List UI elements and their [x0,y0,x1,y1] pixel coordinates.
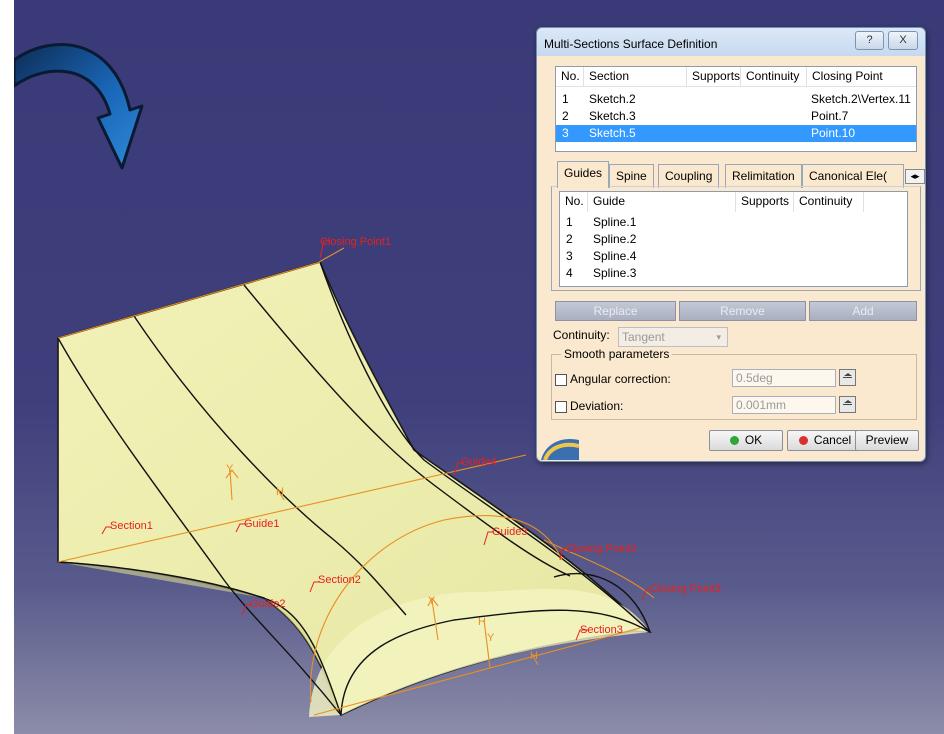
row-section: Sketch.5 [589,126,636,140]
add-button[interactable]: Add [809,301,917,321]
row-no: 2 [562,109,569,123]
axis-h-label-3: H [530,650,538,662]
axis-h-label-2: H [478,616,486,628]
table-row[interactable]: 4 Spline.3 [560,265,907,282]
row-no: 4 [566,266,573,280]
guide3-label: Guide3 [492,526,528,538]
col-closing-point[interactable]: Closing Point [807,67,917,87]
col-section[interactable]: Section [584,67,687,87]
section2-label: Section2 [318,574,361,586]
row-section: Sketch.2 [589,92,636,106]
deviation-field[interactable]: 0.001mm [732,396,836,414]
continuity-select[interactable]: Tangent ▾ [618,327,728,347]
closing-point1-label: Closing Point1 [320,236,391,248]
continuity-label: Continuity: [553,328,610,342]
tab-canonical-elements[interactable]: Canonical Ele( [802,164,904,188]
preview-button[interactable]: Preview [855,430,919,451]
row-closing-point: Point.7 [811,109,849,123]
table-row[interactable]: 2 Spline.2 [560,231,907,248]
close-button[interactable]: X [888,31,918,50]
col-no[interactable]: No. [556,67,584,87]
col-no[interactable]: No. [560,192,588,212]
angular-correction-label: Angular correction: [570,372,671,386]
help-button[interactable]: ? [855,31,884,50]
remove-button[interactable]: Remove [679,301,806,321]
dialog-title: Multi-Sections Surface Definition [544,37,718,51]
chevron-down-icon: ▾ [716,332,721,342]
dialog-titlebar[interactable]: Multi-Sections Surface Definition ? X [537,28,925,56]
row-no: 3 [562,126,569,140]
guide4-label: Guide4 [461,456,497,468]
deviation-spinner-icon[interactable] [839,396,856,413]
axis-y-label-2: Y [428,595,436,607]
row-guide: Spline.3 [593,266,637,280]
catia-logo-icon [541,438,579,460]
col-continuity[interactable]: Continuity [794,192,864,212]
row-closing-point: Point.10 [811,126,856,140]
col-guide[interactable]: Guide [588,192,736,212]
tab-spine[interactable]: Spine [609,164,654,188]
smooth-parameters-title: Smooth parameters [561,347,673,361]
multi-sections-dialog: Multi-Sections Surface Definition ? X No… [536,27,926,462]
continuity-value: Tangent [622,330,665,344]
guides-table-header: No. Guide Supports Continuity [560,192,907,212]
deviation-label: Deviation: [570,399,624,413]
tab-coupling[interactable]: Coupling [658,164,720,188]
row-guide: Spline.1 [593,215,637,229]
ok-label: OK [744,433,763,447]
guide1-label: Guide1 [244,518,280,530]
cancel-button[interactable]: Cancel [787,430,863,451]
closing-point3-label: Closing Point3 [650,583,721,595]
deviation-checkbox[interactable] [555,401,567,413]
axis-h-label: H [276,486,284,498]
table-row[interactable]: 1 Spline.1 [560,214,907,231]
tab-relimitation[interactable]: Relimitation [725,164,802,188]
row-guide: Spline.2 [593,232,637,246]
ok-icon [729,436,739,445]
ok-button[interactable]: OK [709,430,783,451]
cancel-label: Cancel [813,433,852,447]
section3-label: Section3 [580,624,623,636]
angular-spinner-icon[interactable] [839,369,856,386]
axis-y-label: Y [226,463,234,475]
col-continuity[interactable]: Continuity [741,67,807,87]
replace-button[interactable]: Replace [555,301,676,321]
angular-correction-checkbox[interactable] [555,374,567,386]
table-row[interactable]: 3 Spline.4 [560,248,907,265]
row-closing-point: Sketch.2\Vertex.11 [811,92,911,106]
cancel-icon [798,436,808,445]
table-row[interactable]: 1 Sketch.2 Sketch.2\Vertex.11 [556,91,916,108]
guides-table[interactable]: No. Guide Supports Continuity 1 Spline.1… [559,191,908,287]
tab-scroll-arrows-icon[interactable]: ◂▸ [905,169,925,184]
table-row-selected[interactable]: 3 Sketch.5 Point.10 [556,125,916,142]
table-row[interactable]: 2 Sketch.3 Point.7 [556,108,916,125]
row-section: Sketch.3 [589,109,636,123]
row-no: 1 [566,215,573,229]
row-guide: Spline.4 [593,249,637,263]
section1-label: Section1 [110,520,153,532]
curved-arrow-icon [14,42,144,170]
row-no: 2 [566,232,573,246]
guide2-label: Guide2 [250,598,286,610]
axis-y-label-3: Y [487,632,495,644]
closing-point2-label: Closing Point2 [566,543,637,555]
col-supports[interactable]: Supports [736,192,794,212]
angular-correction-field[interactable]: 0.5deg [732,369,836,387]
sections-table-header: No. Section Supports Continuity Closing … [556,67,916,87]
row-no: 1 [562,92,569,106]
tab-guides[interactable]: Guides [557,161,610,188]
row-no: 3 [566,249,573,263]
col-supports[interactable]: Supports [687,67,741,87]
sections-table[interactable]: No. Section Supports Continuity Closing … [555,66,917,152]
